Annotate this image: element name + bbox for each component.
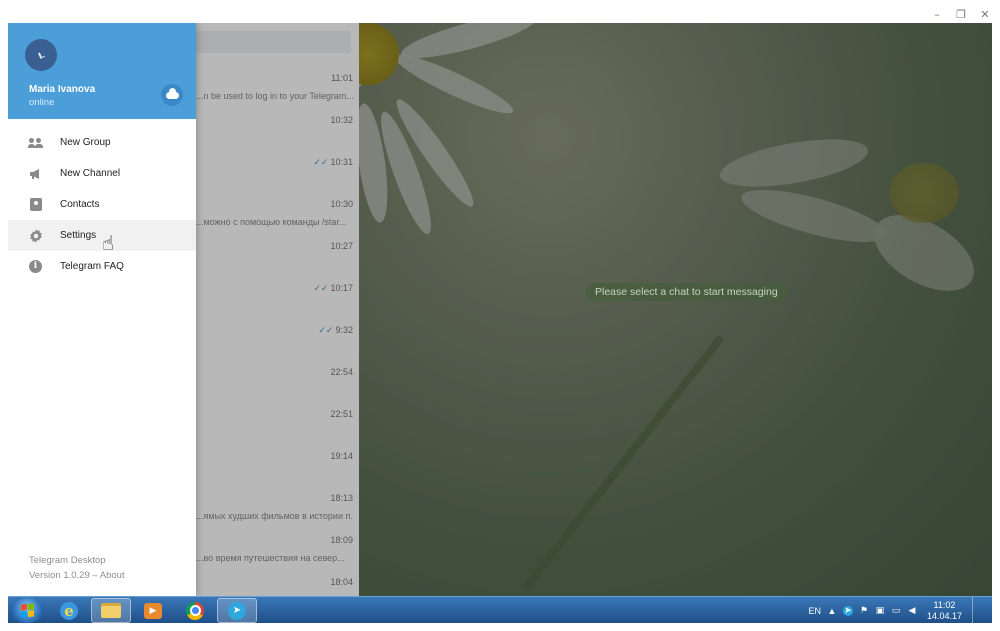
menu-item-faq[interactable]: i Telegram FAQ (8, 251, 196, 282)
menu-item-label: New Channel (60, 168, 121, 179)
menu-item-new-group[interactable]: New Group (8, 127, 196, 158)
megaphone-icon (28, 166, 43, 181)
clock-time: 11:02 (933, 599, 956, 610)
flag-icon[interactable]: ⚑ (859, 605, 869, 616)
menu-item-settings[interactable]: Settings ☝ (8, 220, 196, 254)
menu-item-label: Settings (60, 230, 97, 241)
telegram-icon: ➤ (228, 601, 246, 620)
clock[interactable]: 11:02 14.04.17 (927, 600, 962, 622)
system-tray: EN ▲ ➤ ⚑ ▣ ▭ ◀ 11:02 14.04.17 (808, 597, 992, 624)
menu-item-new-channel[interactable]: New Channel (8, 158, 196, 189)
group-icon (28, 135, 43, 150)
side-menu-list: New Group New Channel Contacts Settings … (8, 127, 196, 282)
display-icon[interactable]: ▭ (891, 605, 901, 616)
close-icon[interactable]: ✕ (978, 7, 992, 21)
show-desktop-button[interactable] (972, 597, 984, 624)
gear-icon (28, 228, 43, 243)
profile-header: Maria Ivanova online (8, 23, 196, 119)
avatar[interactable] (25, 39, 57, 71)
empty-chat-hint: Please select a chat to start messaging (586, 283, 787, 301)
menu-item-label: Telegram FAQ (60, 261, 124, 272)
menu-item-label: New Group (60, 137, 111, 148)
media-player-icon: ▶ (144, 602, 162, 619)
internet-explorer-icon: e (60, 601, 78, 620)
saved-messages-cloud-icon[interactable] (161, 84, 183, 106)
taskbar: e ▶ ➤ EN ▲ ➤ ⚑ ▣ ▭ ◀ 11:02 14.04.17 (8, 596, 992, 624)
info-icon: i (28, 259, 43, 274)
telegram-window: 11:01 ...n be used to log in to your Tele… (8, 23, 992, 596)
restore-icon[interactable]: ❐ (954, 7, 968, 21)
contact-card-icon (28, 197, 43, 212)
volume-icon[interactable]: ◀ (907, 605, 917, 616)
version-about-link[interactable]: Version 1.0.29 – About (29, 570, 125, 581)
taskbar-chrome[interactable] (175, 598, 215, 623)
taskbar-internet-explorer[interactable]: e (49, 598, 89, 623)
folder-icon (101, 603, 121, 618)
taskbar-explorer[interactable] (91, 598, 131, 623)
taskbar-media-player[interactable]: ▶ (133, 598, 173, 623)
telegram-tray-icon[interactable]: ➤ (842, 605, 853, 616)
window-controls: – ❐ ✕ (930, 6, 992, 22)
tray-expand-icon[interactable]: ▲ (827, 606, 837, 616)
language-indicator[interactable]: EN (808, 606, 821, 616)
clock-date: 14.04.17 (926, 610, 962, 621)
taskbar-telegram[interactable]: ➤ (217, 598, 257, 623)
network-icon[interactable]: ▣ (875, 605, 885, 616)
side-menu: Maria Ivanova online New Group New Chann… (8, 23, 196, 596)
start-button[interactable] (10, 598, 44, 623)
chrome-icon (186, 601, 204, 620)
minimize-icon[interactable]: – (930, 7, 944, 21)
user-status: online (29, 97, 55, 108)
menu-item-contacts[interactable]: Contacts (8, 189, 196, 220)
app-name-link[interactable]: Telegram Desktop (29, 555, 106, 566)
menu-item-label: Contacts (60, 199, 100, 210)
windows-logo-icon (20, 603, 34, 618)
user-name: Maria Ivanova (29, 84, 96, 95)
